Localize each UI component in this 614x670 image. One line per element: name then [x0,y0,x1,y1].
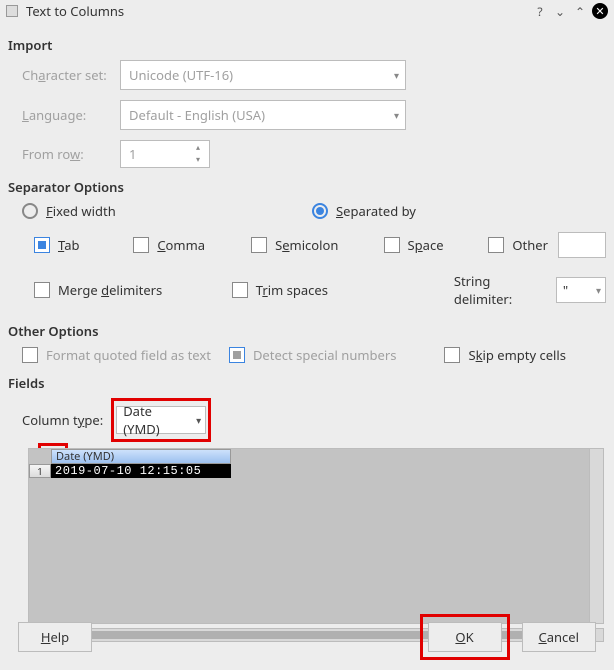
merge-delimiters-label: Merge delimiters [58,281,162,299]
preview-area: Date (YMD) 1 2019-07-10 12:15:05 [28,448,598,642]
column-type-value: Date (YMD) [123,402,187,438]
tab-label: Tab [58,236,80,254]
space-label: Space [408,236,444,254]
chevron-down-icon: ▾ [394,68,399,82]
semicolon-label: Semicolon [275,236,338,254]
skip-empty-label: Skip empty cells [468,346,566,364]
preview-cell: 2019-07-10 12:15:05 [51,464,231,478]
language-combo[interactable]: Default - English (USA) ▾ [120,100,406,130]
ok-button[interactable]: OK [428,622,502,652]
fields-heading: Fields [8,374,606,392]
titlebar: Text to Columns ? ⌄ ⌃ ✕ [0,0,614,22]
separator-heading: Separator Options [8,178,606,196]
spinner-buttons[interactable]: ▴▾ [191,142,205,166]
close-icon[interactable]: ✕ [592,3,608,19]
fixed-width-label: Fixed width [46,202,116,220]
string-delimiter-label: String delimiter: [454,272,546,308]
app-icon [6,5,18,17]
merge-delimiters-checkbox[interactable] [34,282,50,298]
column-type-combo[interactable]: Date (YMD) ▾ [116,406,206,434]
fromrow-value: 1 [129,145,136,163]
skip-empty-checkbox[interactable] [444,347,460,363]
other-input[interactable] [558,232,606,258]
chevron-down-icon: ▾ [196,413,201,427]
window-title: Text to Columns [26,2,528,20]
highlight-ok: OK [420,614,510,660]
tab-checkbox[interactable] [34,237,50,253]
charset-value: Unicode (UTF-16) [129,66,233,84]
other-checkbox[interactable] [488,237,504,253]
chevron-down-icon[interactable]: ⌄ [552,3,568,19]
help-icon[interactable]: ? [532,3,548,19]
fromrow-label: From row: [22,145,112,163]
other-label: Other [512,236,548,254]
format-quoted-label: Format quoted field as text [46,346,211,364]
space-checkbox[interactable] [384,237,400,253]
chevron-up-icon[interactable]: ⌃ [572,3,588,19]
preview-col-header[interactable]: Date (YMD) [51,449,231,464]
semicolon-checkbox[interactable] [251,237,267,253]
other-options-heading: Other Options [8,322,606,340]
format-quoted-checkbox[interactable] [22,347,38,363]
scrollbar-vertical[interactable] [589,449,603,624]
highlight-column-type: Date (YMD) ▾ [111,398,211,442]
charset-combo[interactable]: Unicode (UTF-16) ▾ [120,60,406,90]
string-delimiter-value: " [563,281,568,299]
language-label: Language: [22,106,112,124]
comma-label: Comma [157,236,205,254]
help-button[interactable]: Help [18,622,92,652]
column-type-label: Column type: [22,411,103,429]
charset-label: Character set: [22,66,112,84]
fromrow-spinner[interactable]: 1 ▴▾ [120,140,210,168]
preview-grid[interactable]: Date (YMD) 1 2019-07-10 12:15:05 [28,448,604,624]
detect-numbers-label: Detect special numbers [253,346,397,364]
language-value: Default - English (USA) [129,106,265,124]
chevron-down-icon: ▾ [596,283,601,297]
preview-row-number: 1 [29,464,51,478]
chevron-down-icon: ▾ [394,108,399,122]
import-heading: Import [8,36,606,54]
separated-by-radio[interactable] [312,203,328,219]
string-delimiter-combo[interactable]: " ▾ [556,277,606,303]
detect-numbers-checkbox[interactable] [229,347,245,363]
comma-checkbox[interactable] [133,237,149,253]
trim-spaces-checkbox[interactable] [232,282,248,298]
fixed-width-radio[interactable] [22,203,38,219]
button-bar: Help OK Cancel [0,614,614,660]
cancel-button[interactable]: Cancel [522,622,596,652]
separated-by-label: Separated by [336,202,416,220]
trim-spaces-label: Trim spaces [256,281,328,299]
